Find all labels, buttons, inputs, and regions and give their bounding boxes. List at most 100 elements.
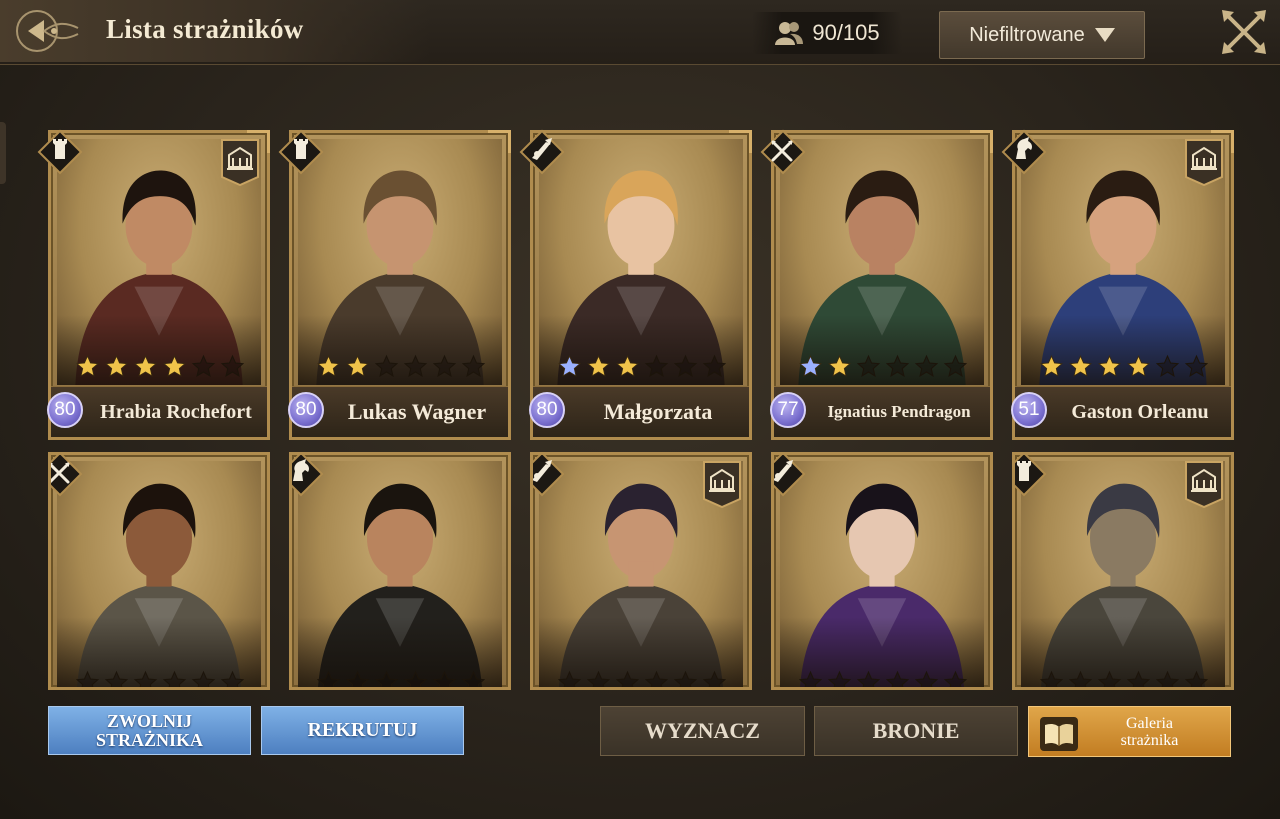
empty-star-icon	[557, 670, 582, 687]
guard-name: Lukas Wagner	[347, 399, 487, 424]
guard-nameplate: 80 Małgorzata	[529, 386, 749, 437]
empty-star-icon	[403, 670, 428, 687]
guard-card[interactable]	[289, 452, 511, 690]
card-corner-ornament	[488, 130, 511, 153]
musket-icon	[519, 129, 565, 175]
back-ornament-icon[interactable]	[14, 8, 84, 54]
empty-star-icon	[191, 670, 216, 687]
star-rating	[798, 670, 968, 687]
card-corner-ornament	[970, 130, 993, 153]
dismiss-guard-button[interactable]: ZWOLNIJ STRAŻNIKA	[48, 706, 251, 755]
star-rating	[75, 354, 245, 379]
gold-star-icon	[75, 354, 100, 379]
blue-star-icon	[557, 354, 582, 379]
gold-star-icon	[586, 354, 611, 379]
guard-name: Gaston Orleanu	[1071, 400, 1209, 423]
guard-gallery-button[interactable]: Galeria strażnika	[1028, 706, 1231, 757]
dismiss-guard-label: ZWOLNIJ STRAŻNIKA	[95, 710, 204, 750]
crossed-swords-icon	[51, 455, 83, 497]
empty-star-icon	[702, 670, 727, 687]
tower-icon	[37, 129, 83, 175]
guard-card[interactable]: 51 Gaston Orleanu	[1001, 129, 1234, 440]
guard-card[interactable]: 80 Lukas Wagner	[278, 129, 511, 440]
level-badge: 77	[770, 392, 806, 428]
guard-portrait	[780, 139, 984, 385]
gold-star-icon	[316, 354, 341, 379]
guard-portrait	[780, 461, 984, 687]
guard-portrait	[57, 461, 261, 687]
empty-star-icon	[943, 670, 968, 687]
level-badge: 80	[529, 392, 565, 428]
guard-card[interactable]: 80 Hrabia Rochefort	[37, 129, 270, 440]
recruit-button[interactable]: REKRUTUJ	[261, 706, 464, 755]
empty-star-icon	[191, 354, 216, 379]
guard-card[interactable]	[771, 452, 993, 690]
guard-portrait	[298, 139, 502, 385]
empty-star-icon	[220, 670, 245, 687]
guard-nameplate: 80 Hrabia Rochefort	[47, 386, 267, 437]
gold-star-icon	[133, 354, 158, 379]
empty-star-icon	[461, 670, 486, 687]
book-icon	[1040, 717, 1078, 751]
empty-star-icon	[914, 670, 939, 687]
gold-star-icon	[1039, 354, 1064, 379]
recruit-label: REKRUTUJ	[307, 719, 418, 741]
guard-card[interactable]	[48, 452, 270, 690]
empty-star-icon	[1068, 670, 1093, 687]
card-corner-ornament	[970, 455, 990, 475]
filter-dropdown[interactable]: Niefiltrowane	[939, 11, 1145, 59]
empty-star-icon	[885, 354, 910, 379]
empty-star-icon	[702, 354, 727, 379]
empty-star-icon	[1039, 670, 1064, 687]
defend-button[interactable]: BRONIE	[814, 706, 1018, 756]
star-rating	[1039, 354, 1209, 379]
empty-star-icon	[1126, 670, 1151, 687]
musket-icon	[774, 455, 806, 497]
blue-star-icon	[798, 354, 823, 379]
people-icon	[775, 22, 804, 45]
crossed-swords-icon	[760, 129, 806, 175]
side-tab[interactable]	[0, 122, 6, 184]
assign-button[interactable]: WYZNACZ	[600, 706, 805, 756]
star-rating	[798, 354, 968, 379]
horse-icon	[1001, 129, 1047, 175]
close-icon[interactable]	[1218, 6, 1270, 58]
empty-star-icon	[104, 670, 129, 687]
empty-star-icon	[615, 670, 640, 687]
empty-star-icon	[1155, 354, 1180, 379]
empty-star-icon	[220, 354, 245, 379]
card-corner-ornament	[247, 130, 270, 153]
empty-star-icon	[374, 354, 399, 379]
empty-star-icon	[943, 354, 968, 379]
gold-star-icon	[1068, 354, 1093, 379]
empty-star-icon	[885, 670, 910, 687]
guard-portrait	[539, 139, 743, 385]
guard-card[interactable]	[530, 452, 752, 690]
guard-card[interactable]	[1012, 452, 1234, 690]
card-corner-ornament	[1211, 455, 1231, 475]
empty-star-icon	[1184, 354, 1209, 379]
guard-nameplate: 51 Gaston Orleanu	[1011, 386, 1231, 437]
empty-star-icon	[461, 354, 486, 379]
chevron-down-icon	[1094, 28, 1115, 42]
empty-star-icon	[345, 670, 370, 687]
empty-star-icon	[403, 354, 428, 379]
guard-card[interactable]: 77 Ignatius Pendragon	[760, 129, 993, 440]
gold-star-icon	[104, 354, 129, 379]
card-corner-ornament	[729, 130, 752, 153]
star-rating	[316, 354, 486, 379]
gold-star-icon	[162, 354, 187, 379]
empty-star-icon	[75, 670, 100, 687]
empty-star-icon	[316, 670, 341, 687]
header-bar: Lista strażników 90/105 Niefiltrowane	[0, 0, 1280, 65]
empty-star-icon	[432, 670, 457, 687]
guard-name: Hrabia Rochefort	[100, 400, 252, 423]
empty-star-icon	[644, 354, 669, 379]
empty-star-icon	[644, 670, 669, 687]
gold-star-icon	[345, 354, 370, 379]
capacity-count: 90/105	[812, 20, 880, 45]
empty-star-icon	[162, 670, 187, 687]
card-corner-ornament	[1211, 130, 1234, 153]
guard-card[interactable]: 80 Małgorzata	[519, 129, 752, 440]
star-rating	[557, 670, 727, 687]
